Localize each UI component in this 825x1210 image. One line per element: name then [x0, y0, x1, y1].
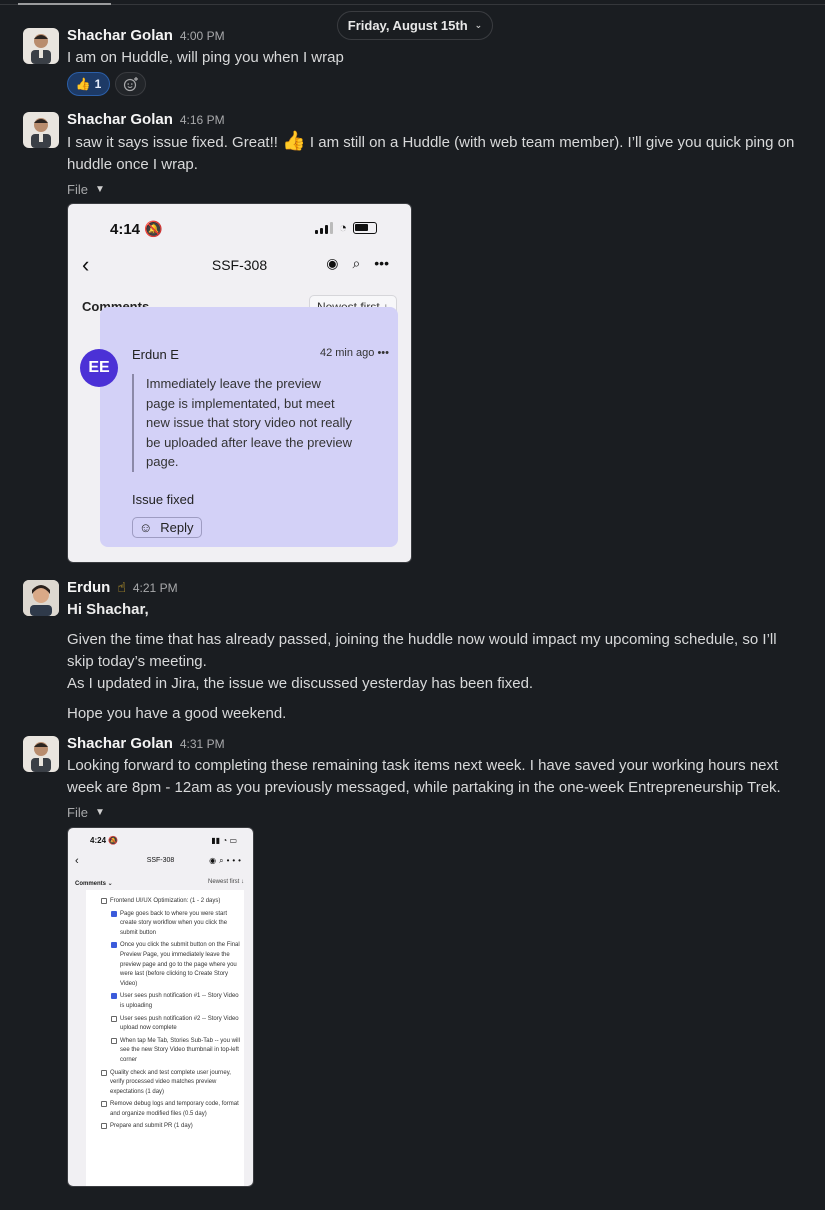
toolbar-icons: ◉⌕••• — [209, 856, 244, 865]
emoji-icon: ☺ — [139, 520, 153, 535]
checkbox-checked-icon — [111, 910, 117, 917]
task-text: User sees push notification #2 -- Story … — [120, 1015, 239, 1032]
image-attachment[interactable]: 4:24 🔕 ▮▮ ◔ ▭ ‹ SSF-308 ◉⌕••• Comments ⌄… — [67, 827, 254, 1187]
paperclip-icon: ⌕ — [352, 255, 361, 271]
comment-age: 42 min ago ••• — [319, 347, 389, 359]
sort-label: Newest first ↓ — [207, 879, 244, 885]
task-text: Quality check and test complete user jou… — [110, 1069, 231, 1095]
comment-reply-text: Issue fixed — [132, 492, 195, 507]
eye-icon: ◉ — [326, 255, 339, 271]
checkbox-icon — [101, 1123, 107, 1130]
more-icon: ••• — [374, 255, 389, 271]
task-list: Frontend UI/UX Optimization: (1 - 2 days… — [101, 897, 241, 1135]
message-text-part: I saw it says issue fixed. Great!! — [67, 134, 283, 151]
bell-muted-icon: 🔕 — [144, 221, 163, 238]
checkbox-icon — [101, 898, 107, 904]
avatar[interactable] — [23, 28, 59, 64]
message-greeting: Hi Shachar, — [67, 601, 149, 618]
bell-muted-icon: 🔕 — [108, 836, 119, 845]
thumbs-up-icon: 👍 — [75, 77, 91, 91]
author-name[interactable]: Shachar Golan — [67, 735, 173, 752]
status-time: 4:14 🔕 — [110, 221, 163, 238]
task-text: Once you click the submit button on the … — [120, 942, 240, 987]
avatar[interactable] — [23, 736, 59, 772]
comments-label: Comments ⌄ — [75, 881, 113, 887]
timestamp[interactable]: 4:00 PM — [180, 29, 225, 43]
caret-down-icon: ▼ — [94, 807, 105, 818]
message-text: I am on Huddle, will ping you when I wra… — [67, 49, 344, 66]
message-text: Given the time that has already passed, … — [67, 631, 777, 670]
battery-icon — [353, 221, 377, 234]
comment-quote: Immediately leave the preview page is im… — [132, 374, 352, 472]
checkbox-icon — [111, 1015, 117, 1022]
commenter-avatar: EE — [80, 349, 118, 387]
reply-button: ☺ Reply — [132, 517, 202, 538]
checkbox-icon — [101, 1101, 107, 1108]
task-text: Prepare and submit PR (1 day) — [110, 1123, 193, 1130]
task-item: User sees push notification #1 -- Story … — [111, 992, 241, 1011]
status-icons: ◔ — [315, 220, 377, 235]
task-item: Frontend UI/UX Optimization: (1 - 2 days… — [101, 897, 241, 907]
message-text: I saw it says issue fixed. Great!! 👍 I a… — [67, 131, 803, 176]
message-text: Hope you have a good weekend. — [67, 705, 287, 722]
thumbs-up-icon: 👍 — [282, 131, 306, 152]
top-divider — [0, 4, 825, 5]
file-toggle[interactable]: File ▼ — [67, 182, 803, 197]
timestamp[interactable]: 4:16 PM — [180, 113, 225, 127]
checkbox-checked-icon — [111, 942, 117, 949]
message-text: Looking forward to completing these rema… — [67, 757, 781, 796]
checkbox-icon — [111, 1037, 117, 1044]
checkbox-checked-icon — [111, 993, 117, 1000]
status-emoji: ☝ — [117, 579, 126, 595]
timestamp[interactable]: 4:31 PM — [180, 737, 225, 751]
avatar[interactable] — [23, 580, 59, 616]
author-name[interactable]: Shachar Golan — [67, 27, 173, 44]
add-reaction-button[interactable] — [115, 72, 146, 96]
image-attachment[interactable]: 4:14 🔕 ◔ ‹ SSF-308 ◉⌕••• Comments ⌄ Newe… — [67, 203, 412, 563]
timestamp[interactable]: 4:21 PM — [133, 581, 178, 595]
comment-author: Erdun E — [132, 347, 179, 362]
file-toggle[interactable]: File ▼ — [67, 805, 803, 820]
top-tab-indicator — [18, 3, 111, 5]
task-item: Page goes back to where you were start c… — [111, 910, 241, 939]
task-item: User sees push notification #2 -- Story … — [111, 1015, 241, 1034]
task-text: When tap Me Tab, Stories Sub-Tab -- you … — [120, 1037, 240, 1063]
status-time: 4:24 🔕 — [90, 836, 119, 845]
message-text: As I updated in Jira, the issue we discu… — [67, 675, 534, 692]
task-text: User sees push notification #1 -- Story … — [120, 993, 239, 1009]
reaction-thumbs-up[interactable]: 👍 1 — [67, 72, 110, 96]
status-icons: ▮▮ ◔ ▭ — [211, 836, 237, 845]
reaction-count: 1 — [94, 77, 102, 91]
task-item: When tap Me Tab, Stories Sub-Tab -- you … — [111, 1037, 241, 1066]
task-item: Remove debug logs and temporary code, fo… — [101, 1100, 241, 1119]
task-item: Prepare and submit PR (1 day) — [101, 1122, 241, 1132]
task-text: Frontend UI/UX Optimization: (1 - 2 days… — [110, 898, 221, 904]
add-emoji-icon — [123, 77, 138, 92]
caret-down-icon: ▼ — [94, 184, 105, 195]
task-text: Page goes back to where you were start c… — [120, 910, 228, 936]
author-name[interactable]: Erdun — [67, 579, 110, 596]
task-item: Quality check and test complete user jou… — [101, 1069, 241, 1098]
wifi-icon: ◔ — [339, 220, 347, 235]
file-label: File — [67, 805, 88, 820]
checkbox-icon — [101, 1069, 107, 1076]
avatar[interactable] — [23, 112, 59, 148]
author-name[interactable]: Shachar Golan — [67, 111, 173, 128]
task-item: Once you click the submit button on the … — [111, 941, 241, 989]
task-text: Remove debug logs and temporary code, fo… — [110, 1101, 239, 1117]
file-label: File — [67, 182, 88, 197]
